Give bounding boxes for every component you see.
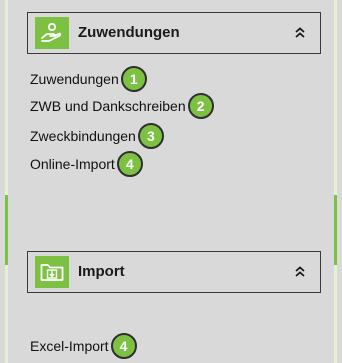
chevron-double-up-icon[interactable]	[294, 26, 306, 40]
menu-item-online-import[interactable]: Online-Import 4	[30, 151, 143, 177]
panel-right-edge-highlight	[334, 195, 337, 265]
panel-left-edge	[5, 0, 8, 363]
step-badge: 4	[110, 333, 137, 359]
menu-item-excel-import[interactable]: Excel-Import 4	[30, 333, 137, 359]
section-title: Zuwendungen	[78, 24, 180, 41]
step-badge: 3	[137, 123, 164, 149]
panel-right-edge	[334, 0, 337, 363]
menu-item-label: Online-Import	[30, 156, 115, 172]
menu-item-zuwendungen[interactable]: Zuwendungen 1	[30, 66, 147, 92]
hand-donation-icon	[35, 17, 69, 49]
folder-download-icon	[35, 256, 69, 288]
menu-item-label: Excel-Import	[30, 338, 109, 354]
section-header-zuwendungen[interactable]: Zuwendungen	[27, 12, 321, 54]
step-badge: 4	[116, 151, 143, 177]
menu-item-label: ZWB und Dankschreiben	[30, 98, 186, 114]
menu-item-label: Zweckbindungen	[30, 128, 136, 144]
step-badge: 2	[187, 93, 214, 119]
menu-item-zwb-und-dankschreiben[interactable]: ZWB und Dankschreiben 2	[30, 93, 214, 119]
step-badge: 1	[120, 66, 147, 92]
panel-left-edge-highlight	[5, 195, 8, 265]
navigation-panel: Zuwendungen Zuwendungen 1 ZWB und Danksc…	[0, 0, 342, 363]
section-title: Import	[78, 263, 125, 280]
section-header-import[interactable]: Import	[27, 251, 321, 293]
menu-item-label: Zuwendungen	[30, 71, 119, 87]
chevron-double-up-icon[interactable]	[294, 265, 306, 279]
menu-item-zweckbindungen[interactable]: Zweckbindungen 3	[30, 123, 164, 149]
